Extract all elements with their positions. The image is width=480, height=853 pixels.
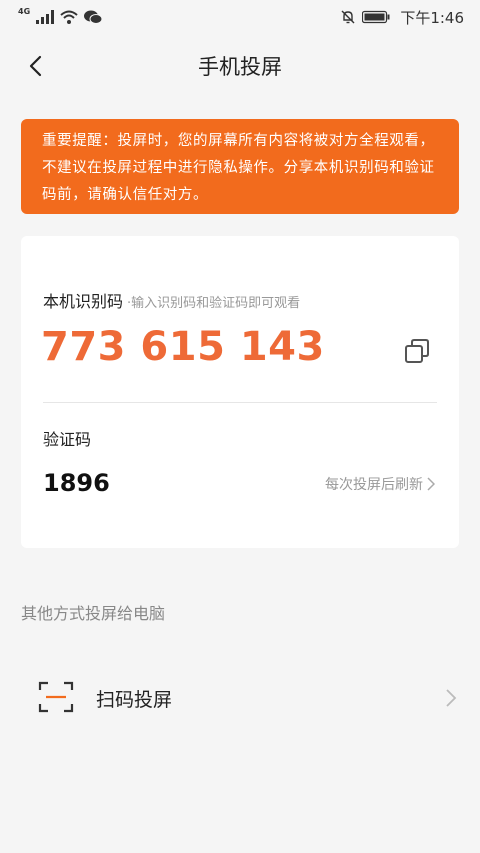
network-type: 4G	[18, 6, 31, 16]
page-title: 手机投屏	[198, 55, 282, 79]
battery-icon	[362, 10, 390, 24]
scan-icon	[38, 681, 74, 713]
verify-code-value: 1896	[43, 469, 110, 497]
header: 手机投屏	[0, 34, 480, 98]
scan-cast-label: 扫码投屏	[96, 689, 173, 711]
wifi-icon	[60, 10, 78, 24]
refresh-info[interactable]: 每次投屏后刷新	[325, 474, 435, 494]
chevron-right-icon	[427, 477, 435, 491]
card-divider	[43, 402, 437, 403]
id-label-row: 本机识别码 ·输入识别码和验证码即可观看	[43, 288, 300, 312]
other-methods-title: 其他方式投屏给电脑	[21, 604, 166, 623]
device-code-card: 本机识别码 ·输入识别码和验证码即可观看 773 615 143 验证码 189…	[21, 236, 459, 548]
signal-icon	[36, 10, 55, 24]
copy-icon	[405, 339, 429, 363]
device-id-number: 773 615 143	[41, 324, 325, 370]
status-bar: 4G 下午1:46	[0, 0, 480, 34]
status-time: 下午1:46	[400, 8, 464, 27]
mute-bell-icon	[341, 10, 355, 24]
verify-code-label: 验证码	[43, 430, 92, 449]
refresh-text: 每次投屏后刷新	[325, 477, 423, 493]
chevron-right-icon	[446, 689, 457, 707]
scan-cast-row[interactable]: 扫码投屏	[0, 665, 480, 731]
device-id-label: 本机识别码	[43, 292, 124, 311]
wechat-icon	[84, 10, 103, 24]
status-right: 下午1:46	[340, 7, 464, 28]
copy-button[interactable]	[403, 337, 433, 367]
status-left: 4G	[18, 6, 103, 24]
chevron-left-icon	[29, 55, 42, 77]
privacy-warning-banner: 重要提醒：投屏时，您的屏幕所有内容将被对方全程观看，不建议在投屏过程中进行隐私操…	[21, 119, 459, 214]
back-button[interactable]	[18, 48, 54, 84]
device-id-hint: ·输入识别码和验证码即可观看	[127, 296, 301, 311]
